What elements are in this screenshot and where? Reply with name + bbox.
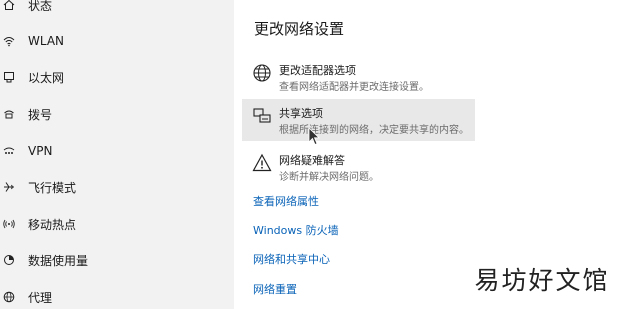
sidebar-item-label: 以太网 — [28, 70, 65, 85]
sidebar-item-data-usage[interactable]: 数据使用量 — [0, 248, 234, 272]
sidebar-item-proxy[interactable]: 代理 — [0, 285, 234, 309]
warning-icon — [252, 153, 272, 173]
sidebar: 状态 WLAN 以太网 拨号 VPN 飞行模式 移动热点 数据使用量 代理 — [0, 0, 234, 309]
sidebar-item-hotspot[interactable]: 移动热点 — [0, 212, 234, 236]
view-network-properties-link[interactable]: 查看网络属性 — [253, 193, 319, 209]
vpn-icon — [2, 144, 16, 158]
dialup-icon — [2, 107, 16, 121]
sidebar-item-vpn[interactable]: VPN — [0, 139, 234, 163]
page-title: 更改网络设置 — [254, 20, 345, 38]
change-adapter-options[interactable]: 更改适配器选项 查看网络适配器并更改连接设置。 — [242, 56, 475, 98]
mouse-cursor-icon — [308, 127, 320, 147]
option-title: 共享选项 — [279, 107, 323, 120]
sidebar-item-ethernet[interactable]: 以太网 — [0, 65, 234, 89]
sharing-options[interactable]: 共享选项 根据所连接到的网络，决定要共享的内容。 — [242, 99, 475, 141]
sidebar-item-label: 飞行模式 — [28, 180, 77, 195]
sidebar-item-label: 移动热点 — [28, 217, 77, 232]
option-title: 更改适配器选项 — [279, 64, 356, 77]
sidebar-item-airplane[interactable]: 飞行模式 — [0, 175, 234, 199]
sidebar-item-label: 代理 — [28, 290, 53, 305]
hotspot-icon — [2, 217, 16, 231]
windows-firewall-link[interactable]: Windows 防火墙 — [253, 222, 339, 238]
sidebar-item-status[interactable]: 状态 — [0, 0, 234, 17]
option-description: 查看网络适配器并更改连接设置。 — [279, 82, 429, 93]
sidebar-item-label: WLAN — [28, 34, 65, 48]
adapter-globe-icon — [252, 63, 272, 83]
sharing-printer-icon — [252, 106, 272, 126]
option-title: 网络疑难解答 — [279, 154, 345, 167]
globe-icon — [2, 290, 16, 304]
sidebar-item-wlan[interactable]: WLAN — [0, 29, 234, 53]
sidebar-item-dialup[interactable]: 拨号 — [0, 102, 234, 126]
network-troubleshooter[interactable]: 网络疑难解答 诊断并解决网络问题。 — [242, 146, 475, 188]
data-usage-icon — [2, 253, 16, 267]
airplane-icon — [2, 180, 16, 194]
wifi-icon — [2, 34, 16, 48]
sidebar-item-label: 拨号 — [28, 107, 53, 122]
sidebar-item-label: 状态 — [28, 0, 53, 13]
sidebar-item-label: 数据使用量 — [28, 253, 89, 268]
option-description: 诊断并解决网络问题。 — [279, 172, 379, 183]
home-icon — [2, 0, 16, 12]
network-sharing-center-link[interactable]: 网络和共享中心 — [253, 251, 330, 267]
ethernet-icon — [2, 70, 16, 84]
watermark: 易坊好文馆 — [464, 259, 620, 299]
sidebar-item-label: VPN — [28, 144, 53, 158]
network-reset-link[interactable]: 网络重置 — [253, 281, 297, 297]
